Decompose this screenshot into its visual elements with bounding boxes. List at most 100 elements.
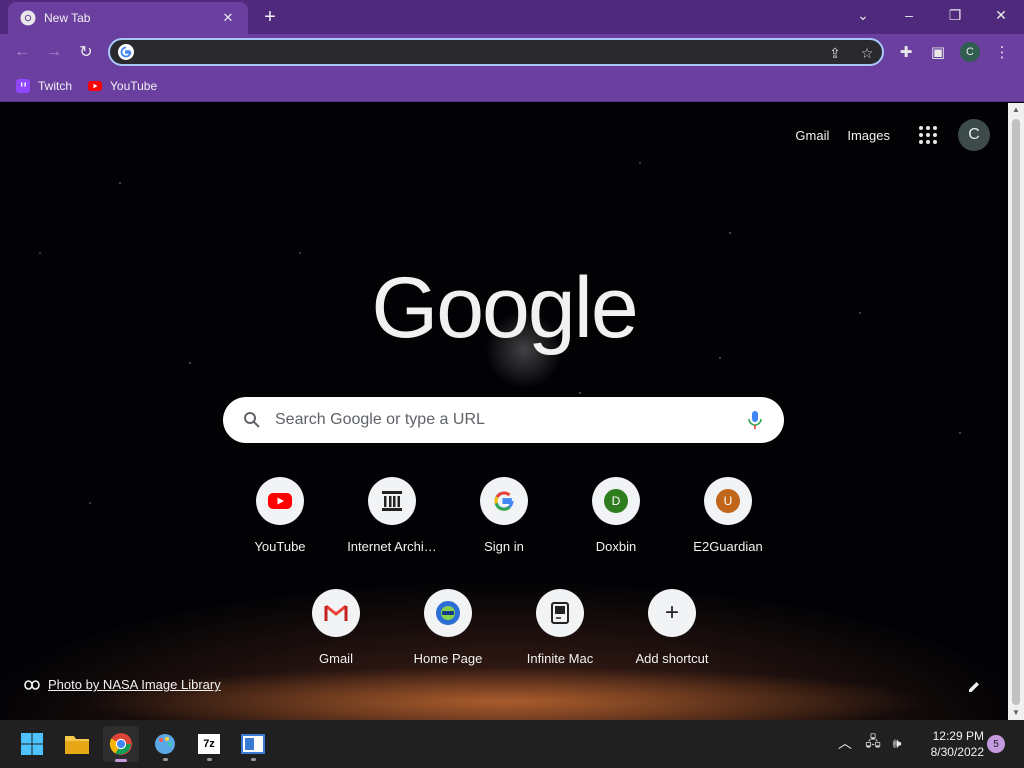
menu-icon[interactable]: ⋮ <box>990 40 1014 64</box>
gmail-icon <box>324 604 348 621</box>
omnibox-input[interactable] <box>142 43 822 61</box>
notification-badge[interactable]: 5 <box>987 735 1005 753</box>
scroll-up-icon[interactable]: ▲ <box>1008 103 1024 117</box>
extensions-icon[interactable]: ✚ <box>894 40 918 64</box>
running-indicator <box>251 758 256 761</box>
search-placeholder: Search Google or type a URL <box>275 411 485 428</box>
close-icon[interactable]: ✕ <box>978 0 1024 30</box>
shortcut-home-page[interactable]: Home Page <box>392 589 504 701</box>
minimize-icon[interactable]: – <box>886 0 932 30</box>
archive-icon <box>382 491 402 511</box>
omnibox[interactable]: ⇪ ☆ <box>108 38 884 66</box>
chrome-icon <box>109 733 132 755</box>
share-icon[interactable]: ⇪ <box>826 44 844 62</box>
chevron-down-icon[interactable]: ⌄ <box>840 0 886 30</box>
shortcut-youtube[interactable]: YouTube <box>224 477 336 589</box>
tab-title: New Tab <box>44 11 91 25</box>
volume-icon[interactable]: 🕪 <box>886 730 908 756</box>
add-shortcut-button[interactable]: + Add shortcut <box>616 589 728 701</box>
credit-link[interactable]: Photo by NASA Image Library <box>48 677 221 692</box>
plus-icon: + <box>664 599 679 626</box>
back-icon[interactable]: ← <box>10 40 34 64</box>
scrollbar[interactable]: ▲ ▼ <box>1008 103 1024 720</box>
microphone-icon[interactable] <box>746 410 764 430</box>
windows-start-icon[interactable] <box>14 726 50 762</box>
forward-icon[interactable]: → <box>42 40 66 64</box>
tab-strip: New Tab ✕ + ⌄ – ❐ ✕ <box>0 0 1024 34</box>
restore-icon[interactable]: ❐ <box>932 0 978 30</box>
paint-icon[interactable] <box>147 726 183 762</box>
windows-logo <box>21 733 43 755</box>
window-icon <box>241 734 265 754</box>
mac-icon <box>551 602 569 624</box>
apps-grid-icon[interactable] <box>916 123 940 147</box>
shortcut-label: YouTube <box>254 539 306 554</box>
letter-d-icon: D <box>604 489 628 513</box>
shortcut-icon-bg <box>368 477 416 525</box>
shortcut-label: Add shortcut <box>635 651 709 666</box>
shortcut-e2guardian[interactable]: U E2Guardian <box>672 477 784 589</box>
avatar: C <box>960 42 980 62</box>
search-box[interactable]: Search Google or type a URL <box>223 397 784 443</box>
account-avatar[interactable]: C <box>958 119 990 151</box>
link-icon <box>24 679 40 690</box>
running-indicator <box>163 758 168 761</box>
chrome-icon <box>20 10 36 26</box>
scroll-thumb[interactable] <box>1012 119 1020 705</box>
search-icon <box>244 412 260 428</box>
bookmark-star-icon[interactable]: ☆ <box>858 44 876 62</box>
running-indicator <box>207 758 212 761</box>
background-credit: Photo by NASA Image Library <box>24 677 221 692</box>
top-links: Gmail Images C <box>795 119 990 151</box>
bookmark-twitch[interactable]: Twitch <box>16 76 72 96</box>
new-tab-page: Gmail Images C Google Search Google or t… <box>0 103 1008 720</box>
bookmarks-bar: Twitch YouTube <box>0 70 1024 102</box>
taskbar: 7z ︿ 🖧 🕪 12:29 PM 8/30/2022 5 <box>0 720 1024 768</box>
file-explorer-icon[interactable] <box>59 726 95 762</box>
shortcut-sign-in[interactable]: Sign in <box>448 477 560 589</box>
shortcut-label: Internet Archi… <box>347 539 437 554</box>
shortcut-icon-bg: D <box>592 477 640 525</box>
shortcut-icon-bg <box>536 589 584 637</box>
side-panel-icon[interactable]: ▣ <box>926 40 950 64</box>
shortcut-icon-bg <box>480 477 528 525</box>
clock[interactable]: 12:29 PM 8/30/2022 <box>916 728 984 760</box>
google-icon <box>118 44 134 60</box>
tab-new-tab[interactable]: New Tab ✕ <box>8 2 248 34</box>
bookmark-youtube[interactable]: YouTube <box>88 76 157 96</box>
shortcut-label: Home Page <box>413 651 483 666</box>
letter-u-icon: U <box>716 489 740 513</box>
pencil-edit-icon[interactable] <box>966 679 982 695</box>
scroll-down-icon[interactable]: ▼ <box>1008 706 1024 720</box>
pbs-kids-icon <box>436 601 460 625</box>
active-indicator <box>115 759 127 762</box>
shortcut-icon-bg: + <box>648 589 696 637</box>
chevron-up-icon[interactable]: ︿ <box>834 730 856 756</box>
shortcut-internet-archive[interactable]: Internet Archi… <box>336 477 448 589</box>
chrome-taskbar-icon[interactable] <box>103 726 139 762</box>
toolbar: ← → ↻ ⇪ ☆ ✚ ▣ C ⋮ <box>0 34 1024 70</box>
palette-icon <box>155 734 175 754</box>
new-tab-button[interactable]: + <box>258 6 282 28</box>
shortcut-label: Gmail <box>319 651 353 666</box>
7zip-icon[interactable]: 7z <box>191 726 227 762</box>
app-window-icon[interactable] <box>235 726 271 762</box>
profile-button[interactable]: C <box>958 40 982 64</box>
reload-icon[interactable]: ↻ <box>74 40 98 64</box>
shortcut-label: Doxbin <box>595 539 637 554</box>
shortcut-doxbin[interactable]: D Doxbin <box>560 477 672 589</box>
close-tab-icon[interactable]: ✕ <box>220 10 236 26</box>
clock-date: 8/30/2022 <box>930 745 984 759</box>
gmail-link[interactable]: Gmail <box>795 128 829 143</box>
youtube-icon <box>88 81 102 91</box>
images-link[interactable]: Images <box>847 128 890 143</box>
network-icon[interactable]: 🖧 <box>862 730 884 756</box>
bookmark-label: YouTube <box>110 79 158 93</box>
youtube-icon <box>268 493 292 509</box>
shortcut-icon-bg <box>312 589 360 637</box>
shortcut-gmail[interactable]: Gmail <box>280 589 392 701</box>
bookmark-label: Twitch <box>38 79 73 93</box>
shortcut-icon-bg: U <box>704 477 752 525</box>
twitch-icon <box>16 79 30 93</box>
shortcut-infinite-mac[interactable]: Infinite Mac <box>504 589 616 701</box>
